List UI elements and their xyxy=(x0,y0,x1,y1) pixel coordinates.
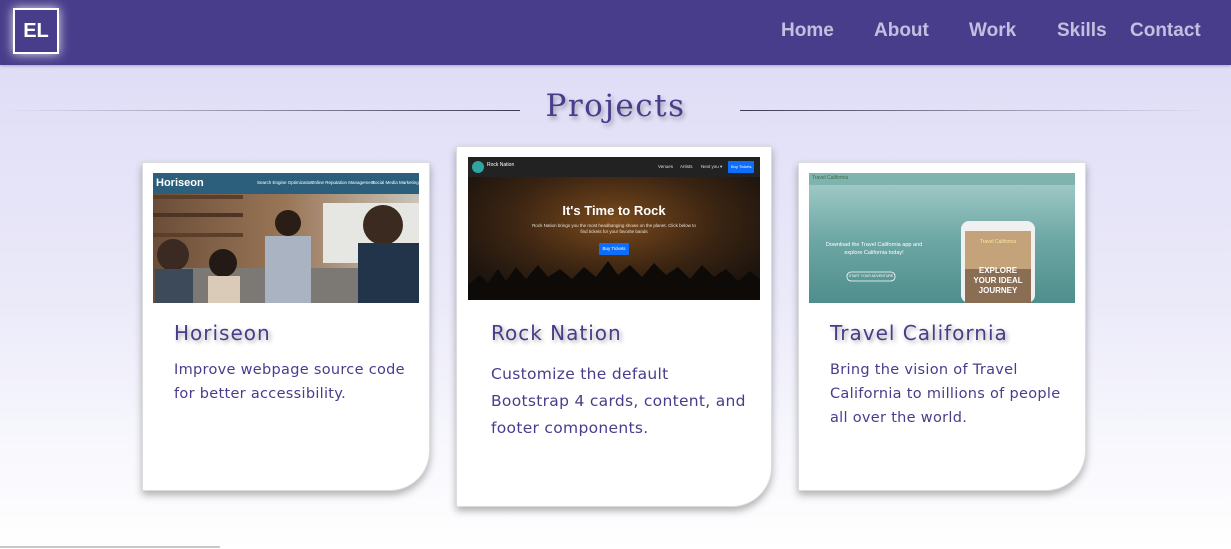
screenshot-nav-item: Artists xyxy=(680,164,693,169)
nav-link-work[interactable]: Work xyxy=(969,20,1016,42)
project-description: Bring the vision of Travel California to… xyxy=(830,362,1061,426)
screenshot-brand: Horiseon xyxy=(156,177,204,189)
nav-link-skills[interactable]: Skills xyxy=(1057,20,1107,42)
screenshot-brand: Travel California xyxy=(812,175,849,181)
nav-link-home[interactable]: Home xyxy=(781,20,834,42)
screenshot-button: START YOUR ADVENTURE xyxy=(848,274,894,278)
screenshot-nav-button: Buy Tickets xyxy=(731,164,752,169)
screenshot-nav-item: Online Reputation Management xyxy=(311,180,375,185)
screenshot-headline: It's Time to Rock xyxy=(562,203,666,218)
screenshot-cta: Buy Tickets xyxy=(602,246,626,251)
project-card-travel-california[interactable]: Travel California Download the Travel Ca… xyxy=(798,162,1086,491)
screenshot-nav-item: Venues xyxy=(658,164,674,169)
nav-link-contact[interactable]: Contact xyxy=(1130,20,1201,42)
project-title: Rock Nation xyxy=(491,321,622,345)
project-description: Improve webpage source code for better a… xyxy=(174,362,405,402)
screenshot-nav-item: Next you ▾ xyxy=(701,164,723,169)
screenshot-tagline: Download the Travel California app and e… xyxy=(825,242,923,256)
screenshot-nav-item: Search Engine Optimization xyxy=(257,180,313,185)
screenshot-tagline: Rock Nation brings you the most headbang… xyxy=(532,223,696,234)
screenshot-brand: Rock Nation xyxy=(487,162,515,168)
nav-link-about[interactable]: About xyxy=(874,20,929,42)
project-card-horiseon[interactable]: Horiseon Search Engine Optimization Onli… xyxy=(142,162,430,491)
project-title: Travel California xyxy=(830,321,1008,345)
project-card-rock-nation[interactable]: Rock Nation Venues Artists Next you ▾ Bu… xyxy=(456,146,772,507)
project-screenshot-rock-nation[interactable]: Rock Nation Venues Artists Next you ▾ Bu… xyxy=(468,157,760,300)
project-screenshot-horiseon[interactable]: Horiseon Search Engine Optimization Onli… xyxy=(153,173,419,303)
footer-divider xyxy=(0,546,220,548)
screenshot-nav-item: Social Media Marketing xyxy=(372,180,419,185)
project-description: Customize the default Bootstrap 4 cards,… xyxy=(491,365,746,437)
screenshot-phone-text: EXPLORE YOUR IDEAL JOURNEY xyxy=(973,266,1023,295)
project-screenshot-travel-california[interactable]: Travel California Download the Travel Ca… xyxy=(809,173,1075,303)
logo[interactable]: EL xyxy=(13,8,59,54)
navbar: EL Home About Work Skills Contact xyxy=(0,0,1231,65)
project-title: Horiseon xyxy=(174,321,271,345)
section-title: Projects xyxy=(545,88,686,124)
screenshot-phone-title: Travel California xyxy=(979,239,1017,245)
